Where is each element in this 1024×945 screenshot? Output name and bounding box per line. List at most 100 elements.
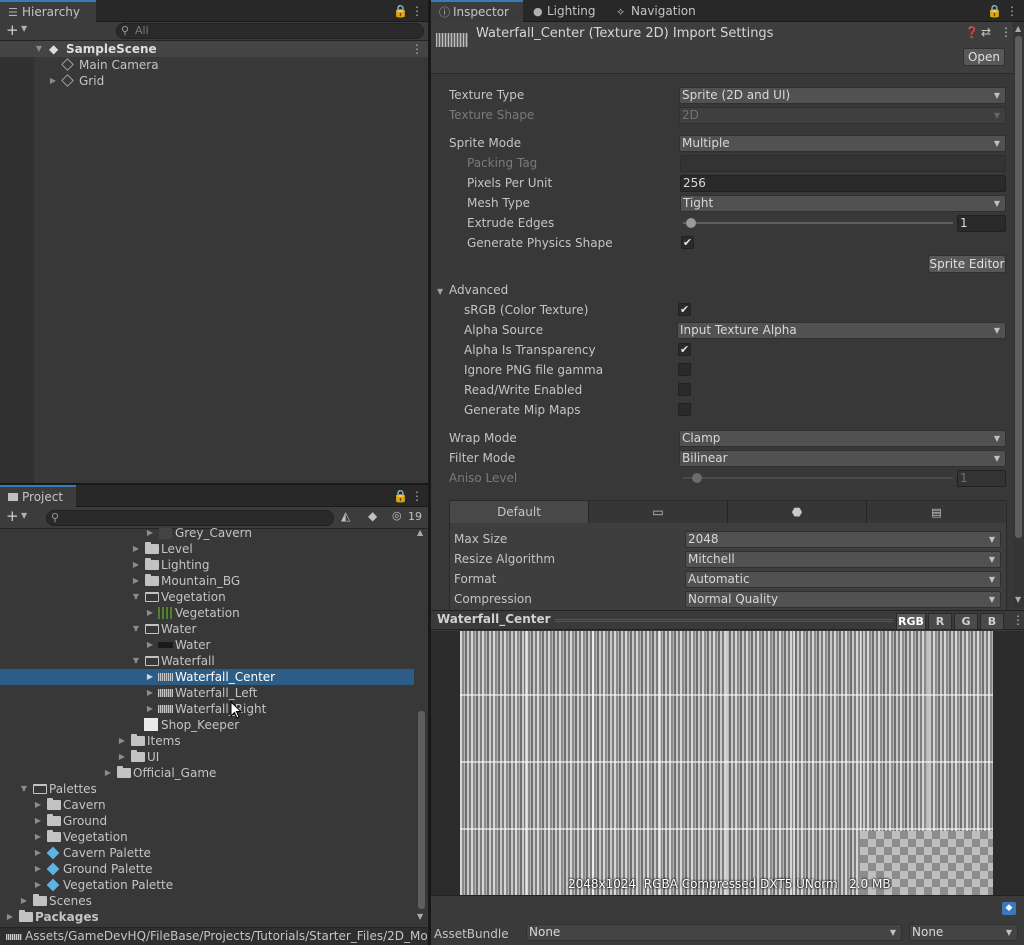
extrude-edges-slider[interactable] (683, 222, 953, 224)
tree-item-ground-palette[interactable]: ▶ Ground Palette (0, 861, 414, 877)
expand-arrow-icon[interactable]: ▶ (48, 73, 58, 89)
asset-label-icon[interactable]: ◆ (1002, 902, 1016, 915)
platform-tab-webgl[interactable]: ▤ (867, 501, 1006, 523)
expand-arrow-icon[interactable]: ▶ (33, 845, 43, 861)
inspector-scrollbar[interactable]: ▲ ▼ (1013, 22, 1024, 608)
expand-arrow-icon[interactable]: ▶ (103, 765, 113, 781)
filter-by-type-icon[interactable]: ◭ (341, 509, 350, 523)
header-menu-icon[interactable]: ⋮ (1000, 25, 1012, 39)
tab-project[interactable]: Project (0, 485, 76, 507)
vertical-divider[interactable] (428, 0, 431, 945)
channel-rgb-button[interactable]: RGB (896, 613, 926, 630)
chevron-down-icon[interactable]: ▼ (21, 511, 27, 520)
tree-item-level[interactable]: ▶ Level (0, 541, 414, 557)
hidden-packages-icon[interactable]: ◎ (392, 509, 402, 522)
preview-drag-handle[interactable] (555, 619, 893, 622)
project-scrollbar[interactable]: ▲ ▼ (416, 528, 426, 923)
channel-g-button[interactable]: G (954, 613, 978, 630)
tree-item-ui[interactable]: ▶ UI (0, 749, 414, 765)
scroll-up-icon[interactable]: ▲ (417, 528, 423, 537)
scroll-down-icon[interactable]: ▼ (1015, 595, 1021, 604)
open-button[interactable]: Open (963, 48, 1005, 66)
expand-arrow-icon[interactable]: ▶ (145, 669, 155, 685)
alpha-is-transparency-checkbox[interactable]: ✔ (678, 343, 691, 356)
sprite-mode-dropdown[interactable]: Multiple ▼ (679, 135, 1006, 152)
tree-item-waterfall-right[interactable]: ▶ Waterfall_Right (0, 701, 414, 717)
tree-item-scenes[interactable]: ▶ Scenes (0, 893, 414, 909)
hierarchy-item-grid[interactable]: ▶ Grid (0, 73, 428, 89)
asset-bundle-variant-dropdown[interactable]: None ▼ (909, 924, 1018, 941)
expand-arrow-icon[interactable]: ▶ (145, 637, 155, 653)
lock-icon[interactable]: 🔒 (987, 3, 1002, 19)
expand-arrow-icon[interactable]: ▶ (33, 797, 43, 813)
lock-icon[interactable]: 🔒 (393, 3, 408, 19)
scrollbar-thumb[interactable] (1015, 36, 1022, 538)
tree-item-cavern[interactable]: ▶ Cavern (0, 797, 414, 813)
compression-dropdown[interactable]: Normal Quality ▼ (685, 591, 1001, 608)
chevron-down-icon[interactable]: ▼ (21, 24, 27, 33)
expand-arrow-icon[interactable]: ▶ (33, 877, 43, 893)
kebab-menu-icon[interactable]: ⋮ (411, 3, 423, 19)
filter-mode-dropdown[interactable]: Bilinear ▼ (679, 450, 1006, 467)
asset-bundle-name-dropdown[interactable]: None ▼ (526, 924, 902, 941)
tab-lighting[interactable]: ● Lighting (525, 0, 604, 22)
lock-icon[interactable]: 🔒 (393, 488, 408, 504)
tree-item-cavern-palette[interactable]: ▶ Cavern Palette (0, 845, 414, 861)
expand-arrow-icon[interactable]: ▶ (19, 893, 29, 909)
scroll-up-icon[interactable]: ▲ (1015, 24, 1021, 33)
mesh-type-dropdown[interactable]: Tight ▼ (680, 195, 1006, 212)
max-size-dropdown[interactable]: 2048 ▼ (685, 531, 1001, 548)
tree-item-lighting[interactable]: ▶ Lighting (0, 557, 414, 573)
platform-tab-standalone[interactable]: ▭ (589, 501, 728, 523)
tab-hierarchy[interactable]: ☰ Hierarchy (0, 0, 96, 22)
collapse-arrow-icon[interactable]: ▼ (131, 621, 141, 637)
add-icon[interactable]: + (6, 508, 19, 525)
expand-arrow-icon[interactable]: ▶ (5, 909, 15, 925)
expand-arrow-icon[interactable]: ▶ (145, 685, 155, 701)
expand-arrow-icon[interactable]: ▶ (131, 541, 141, 557)
scroll-down-icon[interactable]: ▼ (417, 912, 423, 921)
kebab-menu-icon[interactable]: ⋮ (1006, 3, 1018, 19)
tree-item-vegetation-palette[interactable]: ▶ Vegetation Palette (0, 877, 414, 893)
resize-algorithm-dropdown[interactable]: Mitchell ▼ (685, 551, 1001, 568)
platform-tab-android[interactable]: ⬣ (728, 501, 867, 523)
kebab-menu-icon[interactable]: ⋮ (411, 488, 423, 504)
project-search-input[interactable]: ⚲ (46, 510, 334, 526)
wrap-mode-dropdown[interactable]: Clamp ▼ (679, 430, 1006, 447)
tree-item-waterfall-left[interactable]: ▶ Waterfall_Left (0, 685, 414, 701)
add-icon[interactable]: + (6, 22, 19, 39)
preview-menu-icon[interactable]: ⋮ (1012, 613, 1024, 627)
tree-item-waterfall-center[interactable]: ▶ Waterfall_Center (0, 669, 414, 685)
expand-arrow-icon[interactable]: ▶ (117, 733, 127, 749)
tree-item-waterfall-folder[interactable]: ▼ Waterfall (0, 653, 414, 669)
hierarchy-search-input[interactable]: ⚲ All (116, 23, 424, 39)
pixels-per-unit-field[interactable]: 256 (680, 175, 1006, 192)
scrollbar-thumb[interactable] (418, 711, 425, 909)
expand-arrow-icon[interactable]: ▶ (117, 749, 127, 765)
expand-arrow-icon[interactable]: ▶ (131, 557, 141, 573)
expand-arrow-icon[interactable]: ▶ (145, 701, 155, 717)
collapse-arrow-icon[interactable]: ▼ (131, 589, 141, 605)
tree-item-water-sprite[interactable]: ▶ Water (0, 637, 414, 653)
alpha-source-dropdown[interactable]: Input Texture Alpha ▼ (677, 322, 1006, 339)
expand-arrow-icon[interactable]: ▶ (145, 605, 155, 621)
tree-item-grey-cavern[interactable]: ▶ Grey_Cavern (0, 528, 414, 541)
expand-arrow-icon[interactable]: ▶ (145, 528, 155, 541)
hierarchy-item-main-camera[interactable]: Main Camera (0, 57, 428, 73)
expand-arrow-icon[interactable]: ▶ (131, 573, 141, 589)
read-write-checkbox[interactable] (678, 383, 691, 396)
tab-inspector[interactable]: ⓘ Inspector (431, 0, 523, 22)
scene-row[interactable]: ▼ ◆ SampleScene ⋮ (0, 41, 428, 57)
mip-maps-checkbox[interactable] (678, 403, 691, 416)
tree-item-water-folder[interactable]: ▼ Water (0, 621, 414, 637)
tree-item-vegetation-sprite[interactable]: ▶ Vegetation (0, 605, 414, 621)
expand-arrow-icon[interactable]: ▶ (33, 861, 43, 877)
tree-item-items[interactable]: ▶ Items (0, 733, 414, 749)
channel-b-button[interactable]: B (980, 613, 1004, 630)
collapse-arrow-icon[interactable]: ▼ (19, 781, 29, 797)
extrude-edges-field[interactable]: 1 (957, 215, 1006, 232)
sprite-editor-button[interactable]: Sprite Editor (928, 255, 1006, 273)
generate-physics-shape-checkbox[interactable]: ✔ (681, 236, 694, 249)
preset-icon[interactable]: ⇄ (981, 25, 991, 39)
tree-item-ground[interactable]: ▶ Ground (0, 813, 414, 829)
